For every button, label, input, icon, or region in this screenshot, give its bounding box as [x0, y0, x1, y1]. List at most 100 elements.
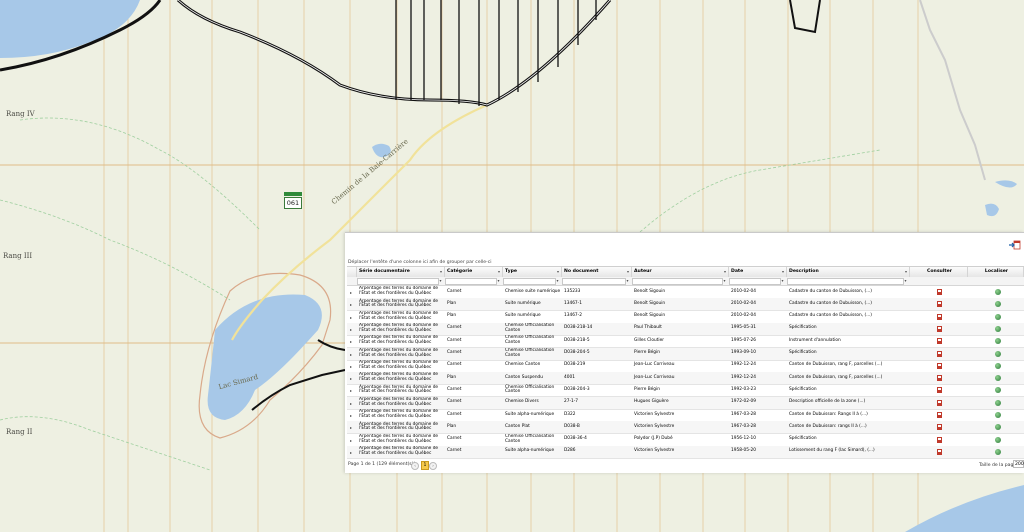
col-description[interactable]: Description ▾ — [787, 267, 910, 277]
col-no-document[interactable]: No document ▾ — [562, 267, 632, 277]
locate-globe-icon[interactable] — [995, 350, 1001, 357]
sort-icon[interactable]: ▾ — [724, 267, 726, 277]
filter-auteur-input[interactable] — [632, 278, 723, 285]
table-row[interactable]: ▸ Arpentage des terres du domaine de l'Ét… — [347, 421, 1024, 435]
pdf-icon[interactable] — [937, 313, 942, 320]
pdf-icon[interactable] — [937, 362, 942, 369]
filter-description-input[interactable] — [787, 278, 904, 285]
locate-globe-icon[interactable] — [995, 301, 1001, 308]
filter-serie-input[interactable] — [357, 278, 439, 285]
table-row[interactable]: ▸ Arpentage des terres du domaine de l'Ét… — [347, 434, 1024, 447]
filter-type-input[interactable] — [503, 278, 556, 285]
col-categorie[interactable]: Catégorie ▾ — [445, 267, 503, 277]
sort-icon[interactable]: ▾ — [440, 267, 442, 277]
locate-globe-icon[interactable] — [995, 412, 1001, 418]
expand-row-icon[interactable]: ▸ — [350, 339, 352, 344]
locate-globe-icon[interactable] — [995, 289, 1001, 295]
filter-date-input[interactable] — [729, 278, 781, 285]
export-icon[interactable] — [1009, 239, 1021, 251]
pdf-icon[interactable] — [937, 375, 942, 382]
table-row[interactable]: ▸ Arpentage des terres du domaine de l'Ét… — [347, 396, 1024, 410]
filter-dropdown-icon[interactable]: ▾ — [625, 278, 630, 283]
table-row[interactable]: ▸ Arpentage des terres du domaine de l'Ét… — [347, 322, 1024, 336]
pdf-icon[interactable] — [937, 424, 942, 431]
expand-row-icon[interactable]: ▸ — [350, 302, 352, 307]
locate-globe-icon[interactable] — [995, 325, 1001, 332]
filter-categorie-input[interactable] — [445, 278, 497, 285]
current-page-button[interactable]: 1 — [421, 461, 429, 470]
sort-icon[interactable]: ▾ — [627, 267, 629, 277]
expand-row-icon[interactable]: ▸ — [350, 388, 352, 393]
filter-dropdown-icon[interactable]: ▾ — [438, 278, 443, 283]
expand-row-icon[interactable]: ▸ — [350, 364, 352, 369]
locate-globe-icon[interactable] — [995, 362, 1001, 369]
table-row[interactable]: ▸ Arpentage des terres du domaine de l'Ét… — [347, 360, 1024, 373]
pdf-icon[interactable] — [937, 350, 942, 357]
pdf-icon[interactable] — [937, 448, 942, 455]
page-size-select[interactable]: 200 — [1013, 460, 1024, 468]
locate-globe-icon[interactable] — [995, 448, 1001, 455]
filter-dropdown-icon[interactable]: ▾ — [903, 278, 908, 283]
pdf-icon[interactable] — [937, 436, 942, 443]
expand-row-icon[interactable]: ▸ — [350, 425, 352, 430]
cell-serie: Arpentage des terres du domaine de l'Éta… — [359, 286, 439, 296]
expand-row-icon[interactable]: ▸ — [350, 352, 352, 357]
pdf-icon[interactable] — [937, 301, 942, 308]
pdf-icon[interactable] — [937, 325, 942, 332]
locate-globe-icon[interactable] — [995, 313, 1001, 320]
pdf-icon[interactable] — [937, 399, 942, 406]
table-row[interactable]: ▸ Arpentage des terres du domaine de l'Ét… — [347, 372, 1024, 386]
locate-globe-icon[interactable] — [995, 399, 1001, 406]
next-page-button[interactable]: › — [429, 462, 437, 470]
prev-page-button[interactable]: ‹ — [411, 462, 419, 470]
cell-serie: Arpentage des terres du domaine de l'Éta… — [359, 396, 439, 407]
filter-dropdown-icon[interactable]: ▾ — [780, 278, 785, 283]
cell-serie: Arpentage des terres du domaine de l'Éta… — [359, 347, 439, 358]
cell-auteur: Pierre Bégin — [634, 350, 660, 356]
pdf-icon[interactable] — [937, 412, 942, 418]
sort-icon[interactable]: ▾ — [905, 267, 907, 277]
locate-globe-icon[interactable] — [995, 338, 1001, 345]
sort-icon[interactable]: ▾ — [557, 267, 559, 277]
expand-row-icon[interactable]: ▸ — [350, 401, 352, 406]
col-date[interactable]: Date ▾ — [729, 267, 787, 277]
table-row[interactable]: ▸ Arpentage des terres du domaine de l'Ét… — [347, 409, 1024, 422]
table-row[interactable]: ▸ Arpentage des terres du domaine de l'Ét… — [347, 311, 1024, 324]
locate-globe-icon[interactable] — [995, 424, 1001, 431]
cell-type: Chemise suite numérique — [505, 288, 561, 294]
expand-row-icon[interactable]: ▸ — [350, 327, 352, 332]
expand-row-icon[interactable]: ▸ — [350, 290, 352, 295]
expand-row-icon[interactable]: ▸ — [350, 315, 352, 320]
pdf-icon[interactable] — [937, 387, 942, 394]
cell-auteur: Jean-Luc Corriveau — [634, 374, 675, 380]
group-by-hint[interactable]: Déplacer l'entête d'une colonne ici afin… — [348, 260, 492, 265]
col-auteur[interactable]: Auteur ▾ — [632, 267, 729, 277]
sort-icon[interactable]: ▾ — [498, 267, 500, 277]
cell-serie: Arpentage des terres du domaine de l'Éta… — [359, 298, 439, 309]
table-row[interactable]: ▸ Arpentage des terres du domaine de l'Ét… — [347, 298, 1024, 312]
filter-dropdown-icon[interactable]: ▾ — [555, 278, 560, 283]
cell-date: 1972-02-09 — [731, 399, 756, 405]
expand-row-icon[interactable]: ▸ — [350, 438, 352, 443]
col-serie[interactable]: Série documentaire ▾ — [357, 267, 445, 277]
locate-globe-icon[interactable] — [995, 387, 1001, 394]
table-row[interactable]: ▸ Arpentage des terres du domaine de l'Ét… — [347, 384, 1024, 398]
filter-dropdown-icon[interactable]: ▾ — [496, 278, 501, 283]
col-type[interactable]: Type ▾ — [503, 267, 562, 277]
pdf-icon[interactable] — [937, 289, 942, 295]
table-row[interactable]: ▸ Arpentage des terres du domaine de l'Ét… — [347, 347, 1024, 361]
filter-no-input[interactable] — [562, 278, 626, 285]
expand-row-icon[interactable]: ▸ — [350, 413, 352, 418]
pdf-icon[interactable] — [937, 338, 942, 345]
sort-icon[interactable]: ▾ — [782, 267, 784, 277]
cell-type: Chemise Officialisation Canton — [505, 347, 555, 358]
filter-dropdown-icon[interactable]: ▾ — [722, 278, 727, 283]
table-row[interactable]: ▸ Arpentage des terres du domaine de l'Ét… — [347, 445, 1024, 459]
cell-type: Suite numérique — [505, 300, 541, 306]
expand-row-icon[interactable]: ▸ — [350, 376, 352, 381]
expand-row-icon[interactable]: ▸ — [350, 450, 352, 455]
table-row[interactable]: ▸ Arpentage des terres du domaine de l'Ét… — [347, 335, 1024, 349]
locate-globe-icon[interactable] — [995, 436, 1001, 443]
table-row[interactable]: ▸ Arpentage des terres du domaine de l'Ét… — [347, 286, 1024, 299]
locate-globe-icon[interactable] — [995, 375, 1001, 382]
